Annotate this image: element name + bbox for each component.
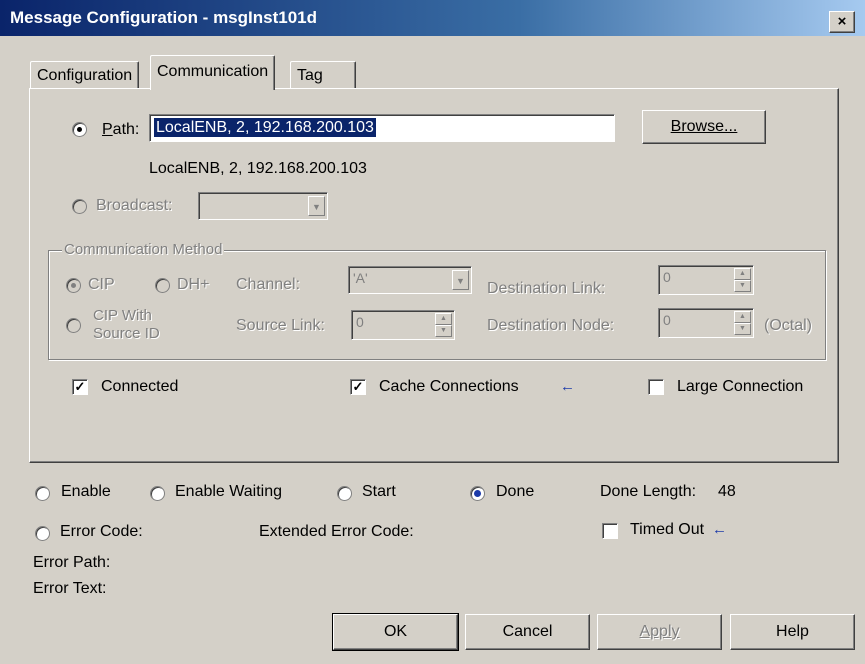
done-label: Done (496, 483, 535, 500)
source-link-value: 0 (356, 314, 364, 330)
connected-checkbox[interactable]: ✓ (72, 379, 88, 395)
dh-label: DH+ (177, 276, 210, 293)
dropdown-arrow-icon: ▼ (308, 196, 325, 216)
channel-select[interactable]: 'A' ▼ (348, 266, 472, 294)
path-label: Path: (102, 121, 140, 138)
cancel-button[interactable]: Cancel (465, 614, 590, 650)
broadcast-select[interactable]: ▼ (198, 192, 328, 220)
help-button-label: Help (776, 623, 809, 640)
source-link-label: Source Link: (236, 317, 325, 334)
path-resolved-text: LocalENB, 2, 192.168.200.103 (149, 160, 367, 177)
done-length-value: 48 (718, 483, 736, 500)
channel-label: Channel: (236, 276, 301, 293)
enable-waiting-label: Enable Waiting (175, 483, 283, 500)
cache-connections-label: Cache Connections (379, 378, 519, 395)
communication-method-title: Communication Method (62, 241, 225, 258)
cache-connections-checkbox[interactable]: ✓ (350, 379, 366, 395)
large-connection-label: Large Connection (677, 378, 804, 395)
arrow-left-icon: ← (560, 378, 575, 395)
destination-node-input[interactable]: 0 ▲ ▼ (658, 308, 754, 338)
browse-button[interactable]: Browse... (642, 110, 766, 144)
broadcast-label: Broadcast: (96, 197, 173, 214)
source-link-input[interactable]: 0 ▲ ▼ (351, 310, 455, 340)
octal-label: (Octal) (764, 317, 812, 334)
tab-configuration[interactable]: Configuration (30, 61, 140, 90)
channel-value: 'A' (353, 270, 368, 286)
destination-node-label: Destination Node: (487, 317, 615, 334)
destination-link-value: 0 (663, 269, 671, 285)
cancel-button-label: Cancel (502, 623, 553, 640)
spin-down-icon[interactable]: ▼ (734, 323, 751, 335)
cip-with-source-id-line2: Source ID (93, 325, 160, 342)
window-title: Message Configuration - msgInst101d (10, 8, 317, 27)
done-length-label: Done Length: (600, 483, 697, 500)
spin-up-icon[interactable]: ▲ (734, 311, 751, 323)
apply-button-label: Apply (639, 623, 680, 640)
browse-button-label: Browse... (670, 118, 738, 135)
cip-radio[interactable] (66, 278, 81, 293)
error-path-label: Error Path: (33, 554, 111, 571)
error-code-radio (35, 526, 50, 541)
ok-button[interactable]: OK (332, 613, 459, 651)
spin-up-icon[interactable]: ▲ (435, 313, 452, 325)
close-button[interactable]: × (829, 11, 855, 33)
destination-link-label: Destination Link: (487, 280, 606, 297)
error-code-label: Error Code: (60, 523, 143, 540)
tab-tag[interactable]: Tag (290, 61, 356, 90)
extended-error-code-label: Extended Error Code: (259, 523, 414, 540)
large-connection-checkbox[interactable] (648, 379, 664, 395)
dh-radio[interactable] (155, 278, 170, 293)
path-input[interactable]: LocalENB, 2, 192.168.200.103 (149, 114, 615, 142)
arrow-left-icon: ← (712, 521, 727, 538)
close-icon: × (837, 13, 847, 30)
done-radio (470, 486, 485, 501)
spin-down-icon[interactable]: ▼ (734, 280, 751, 292)
apply-button[interactable]: Apply (597, 614, 722, 650)
timed-out-label: Timed Out (630, 521, 705, 538)
path-input-value: LocalENB, 2, 192.168.200.103 (154, 118, 376, 137)
destination-link-input[interactable]: 0 ▲ ▼ (658, 265, 754, 295)
start-label: Start (362, 483, 396, 500)
destination-node-value: 0 (663, 312, 671, 328)
dropdown-arrow-icon: ▼ (452, 270, 469, 290)
enable-radio (35, 486, 50, 501)
broadcast-radio[interactable] (72, 199, 87, 214)
connected-label: Connected (101, 378, 179, 395)
error-text-label: Error Text: (33, 580, 107, 597)
cip-with-source-id-radio[interactable] (66, 318, 81, 333)
cip-with-source-id-label: CIP With Source ID (93, 307, 160, 343)
tab-communication[interactable]: Communication (150, 55, 276, 90)
ok-button-label: OK (383, 623, 408, 640)
enable-label: Enable (61, 483, 111, 500)
help-button[interactable]: Help (730, 614, 855, 650)
timed-out-checkbox (602, 523, 618, 539)
path-radio[interactable] (72, 122, 87, 137)
start-radio (337, 486, 352, 501)
spin-down-icon[interactable]: ▼ (435, 325, 452, 337)
cip-with-source-id-line1: CIP With (93, 307, 152, 324)
spin-up-icon[interactable]: ▲ (734, 268, 751, 280)
enable-waiting-radio (150, 486, 165, 501)
cip-label: CIP (88, 276, 115, 293)
